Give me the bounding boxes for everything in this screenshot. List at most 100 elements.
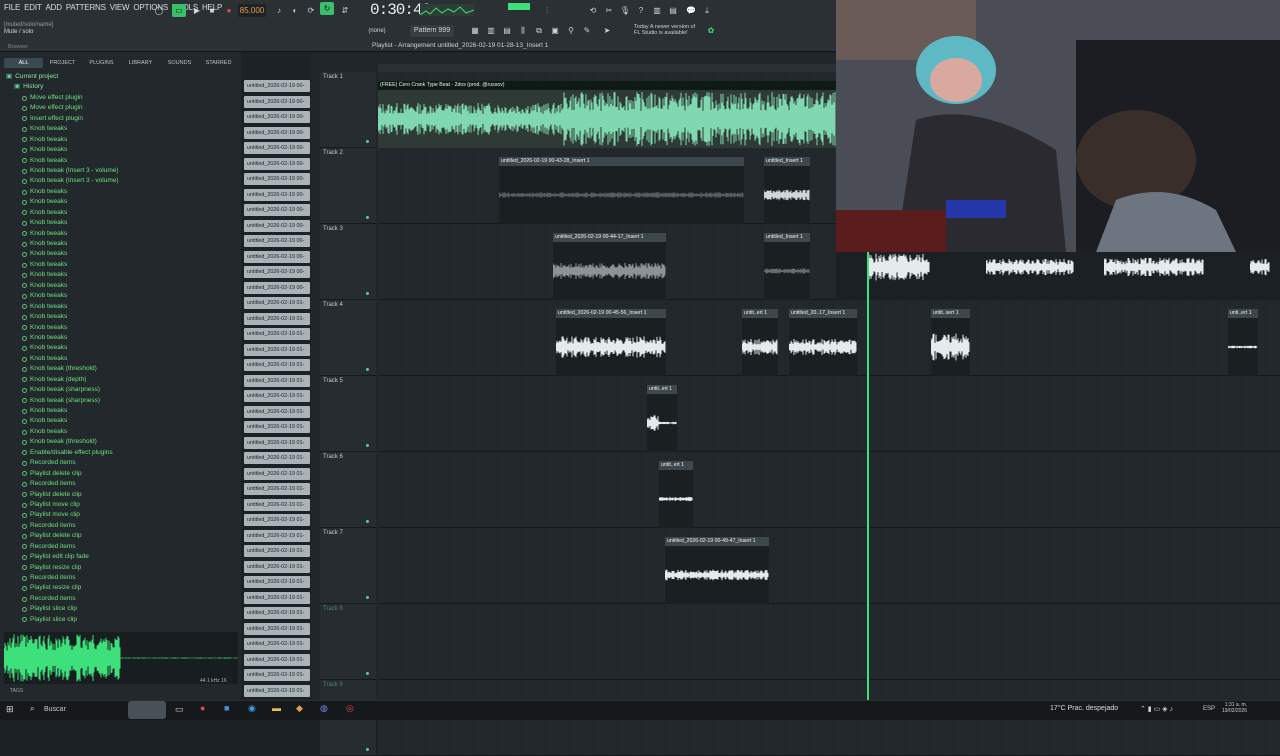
track-header[interactable]: Track 3 <box>320 224 376 300</box>
playlist-icon[interactable]: ▦ <box>468 24 482 37</box>
countdown-icon[interactable]: ⟳ <box>304 4 318 17</box>
history-item[interactable]: Playlist move clip <box>6 510 238 520</box>
tab-sounds[interactable]: SOUNDS <box>160 58 199 68</box>
tab-all[interactable]: ALL <box>4 58 43 68</box>
history-item[interactable]: Knob tweaks <box>6 323 238 333</box>
audio-clip[interactable]: untitled_20..17_Insert 1 <box>789 309 857 376</box>
history-item[interactable]: Playlist delete clip <box>6 469 238 479</box>
history-item[interactable]: Recorded items <box>6 479 238 489</box>
file-item[interactable]: untitled_2026-02-19 01- <box>244 514 310 526</box>
history-item[interactable]: Insert effect plugin <box>6 114 238 124</box>
tree-history[interactable]: ▣ History <box>6 82 238 92</box>
history-item[interactable]: Knob tweaks <box>6 343 238 353</box>
pattern-song-toggle[interactable]: ▭ <box>172 4 186 17</box>
history-item[interactable]: Knob tweaks <box>6 354 238 364</box>
channel-rack-icon[interactable]: ▤ <box>666 4 680 17</box>
send-icon[interactable]: ➤ <box>600 24 614 37</box>
track-led[interactable] <box>366 444 369 447</box>
channel-icon[interactable]: ▣ <box>548 24 562 37</box>
file-item[interactable]: untitled_2026-02-19 01- <box>244 359 310 371</box>
file-item[interactable]: untitled_2026-02-19 00- <box>244 219 310 232</box>
help-icon[interactable]: ? <box>634 4 648 17</box>
piano-roll-icon[interactable]: ▥ <box>484 24 498 37</box>
history-item[interactable]: Knob tweaks <box>6 229 238 239</box>
history-item[interactable]: Knob tweaks <box>6 187 238 197</box>
history-item[interactable]: Recorded items <box>6 542 238 552</box>
file-item[interactable]: untitled_2026-02-19 01- <box>244 312 310 325</box>
cut-icon[interactable]: ✂ <box>602 4 616 17</box>
history-item[interactable]: Knob tweak (Insert 3 - volume) <box>6 176 238 186</box>
audio-clip[interactable]: untitled_Insert 1 <box>764 157 810 224</box>
history-item[interactable]: Playlist delete clip <box>6 531 238 541</box>
discord-icon[interactable]: ◍ <box>320 703 328 714</box>
track-header[interactable]: Track 5 <box>320 376 376 452</box>
track-lane[interactable] <box>378 452 1280 528</box>
history-item[interactable]: Knob tweaks <box>6 218 238 228</box>
browser-icon[interactable]: ▤ <box>500 24 514 37</box>
metronome-icon[interactable]: ♪ <box>272 4 286 17</box>
undo-icon[interactable]: ⟲ <box>586 4 600 17</box>
history-item[interactable]: Knob tweaks <box>6 239 238 249</box>
history-item[interactable]: Playlist resize clip <box>6 583 238 593</box>
tab-library[interactable]: LIBRARY <box>121 58 160 68</box>
history-item[interactable]: Knob tweaks <box>6 416 238 426</box>
history-item[interactable]: Knob tweak (threshold) <box>6 437 238 447</box>
history-item[interactable]: Playlist slice clip <box>6 615 238 625</box>
history-item[interactable]: Knob tweaks <box>6 333 238 343</box>
file-item[interactable]: untitled_2026-02-19 01- <box>244 545 310 557</box>
update-notice[interactable]: Today A newer version of FL Studio is av… <box>634 24 695 36</box>
folder-icon[interactable]: ▬ <box>272 703 281 713</box>
tempo-display[interactable]: 85.000 <box>238 4 266 17</box>
track-led[interactable] <box>366 140 369 143</box>
chat-icon[interactable]: 💬 <box>684 4 698 17</box>
history-item[interactable]: Playlist move clip <box>6 500 238 510</box>
file-item[interactable]: untitled_2026-02-19 01- <box>244 467 310 480</box>
history-item[interactable]: Knob tweaks <box>6 281 238 291</box>
audio-clip[interactable]: untitled_2026-02-19 00-44-17_Insert 1 <box>553 233 666 300</box>
record-icon[interactable]: ● <box>222 4 236 17</box>
mixer-view-icon[interactable]: ⫼ <box>516 24 530 37</box>
track-led[interactable] <box>366 292 369 295</box>
file-item[interactable]: untitled_2026-02-19 01- <box>244 653 310 666</box>
history-item[interactable]: Playlist edit clip fade <box>6 552 238 562</box>
file-item[interactable]: untitled_2026-02-19 00- <box>244 188 310 201</box>
file-item[interactable]: untitled_2026-02-19 01- <box>244 483 310 495</box>
history-item[interactable]: Knob tweak (depth) <box>6 375 238 385</box>
app-icon-1[interactable]: ● <box>200 703 205 713</box>
history-item[interactable]: Knob tweaks <box>6 249 238 259</box>
track-header[interactable]: Track 8 <box>320 604 376 680</box>
history-item[interactable]: Move effect plugin <box>6 103 238 113</box>
history-item[interactable]: Knob tweaks <box>6 135 238 145</box>
file-item[interactable]: untitled_2026-02-19 01- <box>244 622 310 635</box>
audio-clip[interactable]: untitled_2026-02-19 00-49-47_Insert 1 <box>665 537 769 604</box>
file-item[interactable]: untitled_2026-02-19 01- <box>244 374 310 387</box>
history-item[interactable]: Playlist delete clip <box>6 490 238 500</box>
mic-icon[interactable]: 🎙 <box>618 4 632 17</box>
history-item[interactable]: Knob tweak (threshold) <box>6 364 238 374</box>
file-item[interactable]: untitled_2026-02-19 00- <box>244 250 310 263</box>
mixer-icon[interactable]: ▥ <box>650 4 664 17</box>
tray-icons[interactable]: ⌃ ▮ ▭ ◈ ♪ <box>1140 705 1173 713</box>
tab-project[interactable]: PROJECT <box>43 58 82 68</box>
file-item[interactable]: untitled_2026-02-19 01- <box>244 560 310 573</box>
file-item[interactable]: untitled_2026-02-19 01- <box>244 576 310 588</box>
history-item[interactable]: Knob tweak (Insert 3 - volume) <box>6 166 238 176</box>
history-item[interactable]: Knob tweaks <box>6 156 238 166</box>
file-item[interactable]: untitled_2026-02-19 01- <box>244 684 310 697</box>
track-header[interactable]: Track 1 <box>320 72 376 148</box>
audio-clip[interactable]: untitled_2026-02-19 00-43-28_Insert 1 <box>499 157 744 224</box>
audio-clip[interactable]: (FREE) Cero Crank Type Beat - 2dos (prod… <box>378 81 836 148</box>
menu-edit[interactable]: EDIT <box>24 3 42 12</box>
menu-view[interactable]: VIEW <box>110 3 130 12</box>
audio-clip[interactable]: untit..ert 1 <box>659 461 693 528</box>
track-lane[interactable] <box>378 604 1280 680</box>
audio-clip[interactable]: unti..ert 1 <box>1228 309 1258 376</box>
playhead[interactable] <box>867 246 869 700</box>
file-item[interactable]: untitled_2026-02-19 01- <box>244 436 310 449</box>
file-item[interactable]: untitled_2026-02-19 00- <box>244 157 310 170</box>
track-header[interactable]: Track 4 <box>320 300 376 376</box>
track-led[interactable] <box>366 672 369 675</box>
tab-starred[interactable]: STARRED <box>199 58 238 68</box>
windows-start-icon[interactable]: ⊞ <box>6 704 14 715</box>
step-icon[interactable]: ⇵ <box>338 4 352 17</box>
